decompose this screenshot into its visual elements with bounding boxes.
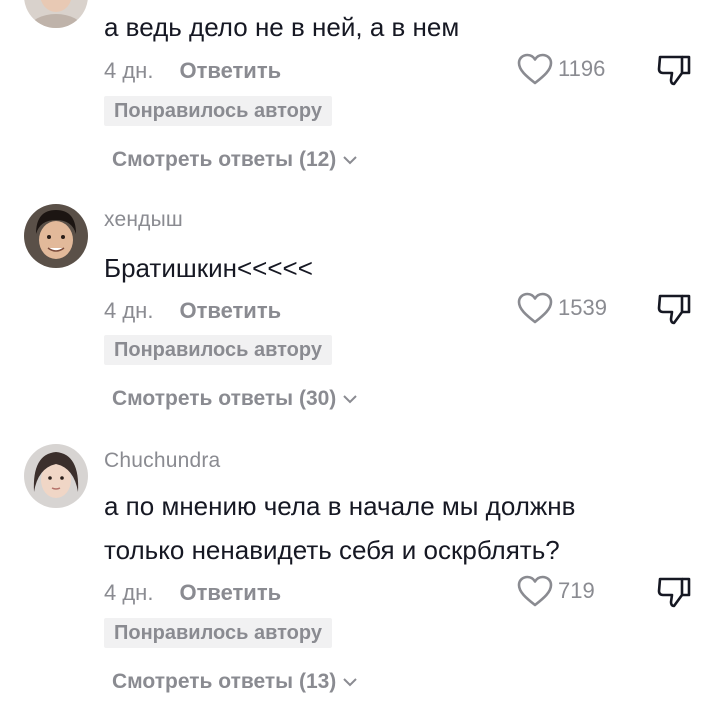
thumbs-down-icon <box>657 294 691 325</box>
dislike-button[interactable] <box>656 292 692 331</box>
view-replies-button[interactable]: Смотреть ответы (13) <box>112 670 358 694</box>
reply-button[interactable]: Ответить <box>179 580 281 606</box>
comment-text-line-2: только ненавидеть себя и оскрблять? <box>104 535 560 565</box>
comment-text: а ведь дело не в ней, а в нем <box>104 12 460 42</box>
liked-by-author-badge: Понравилось автору <box>104 335 332 365</box>
view-replies-button[interactable]: Смотреть ответы (12) <box>112 148 358 172</box>
view-replies-label: Смотреть ответы (30) <box>112 387 337 410</box>
liked-by-author-badge: Понравилось автору <box>104 96 332 126</box>
heart-outline-icon <box>517 53 553 85</box>
comment-meta: 4 дн. Ответить <box>104 580 281 606</box>
comment-text-line-1: а по мнению чела в начале мы должнв <box>104 491 576 521</box>
view-replies-button[interactable]: Смотреть ответы (30) <box>112 387 358 411</box>
dislike-button[interactable] <box>656 53 692 92</box>
view-replies-label: Смотреть ответы (12) <box>112 148 337 171</box>
username[interactable]: хендыш <box>104 208 183 232</box>
comment-meta: 4 дн. Ответить <box>104 58 281 84</box>
like-button[interactable]: 1196 <box>516 52 605 86</box>
avatar[interactable] <box>24 204 88 268</box>
like-count: 719 <box>558 578 595 603</box>
like-button[interactable]: 1539 <box>516 291 607 325</box>
username[interactable]: Chuchundra <box>104 449 220 473</box>
timestamp: 4 дн. <box>104 580 154 605</box>
chevron-down-icon <box>343 156 358 165</box>
avatar[interactable] <box>24 0 88 28</box>
like-count: 1196 <box>558 56 606 81</box>
reply-button[interactable]: Ответить <box>179 58 281 84</box>
chevron-down-icon <box>343 395 358 404</box>
liked-by-author-badge: Понравилось автору <box>104 618 332 648</box>
comment-meta: 4 дн. Ответить <box>104 298 281 324</box>
chevron-down-icon <box>343 678 358 687</box>
view-replies-label: Смотреть ответы (13) <box>112 670 337 693</box>
timestamp: 4 дн. <box>104 58 154 83</box>
heart-outline-icon <box>517 292 553 324</box>
like-count: 1539 <box>558 295 607 320</box>
timestamp: 4 дн. <box>104 298 154 323</box>
heart-outline-icon <box>517 575 553 607</box>
like-button[interactable]: 719 <box>516 574 595 608</box>
reply-button[interactable]: Ответить <box>179 298 281 324</box>
dislike-button[interactable] <box>656 575 692 614</box>
comment-text: Братишкин<<<<< <box>104 253 313 283</box>
avatar[interactable] <box>24 444 88 508</box>
thumbs-down-icon <box>657 577 691 608</box>
thumbs-down-icon <box>657 55 691 86</box>
